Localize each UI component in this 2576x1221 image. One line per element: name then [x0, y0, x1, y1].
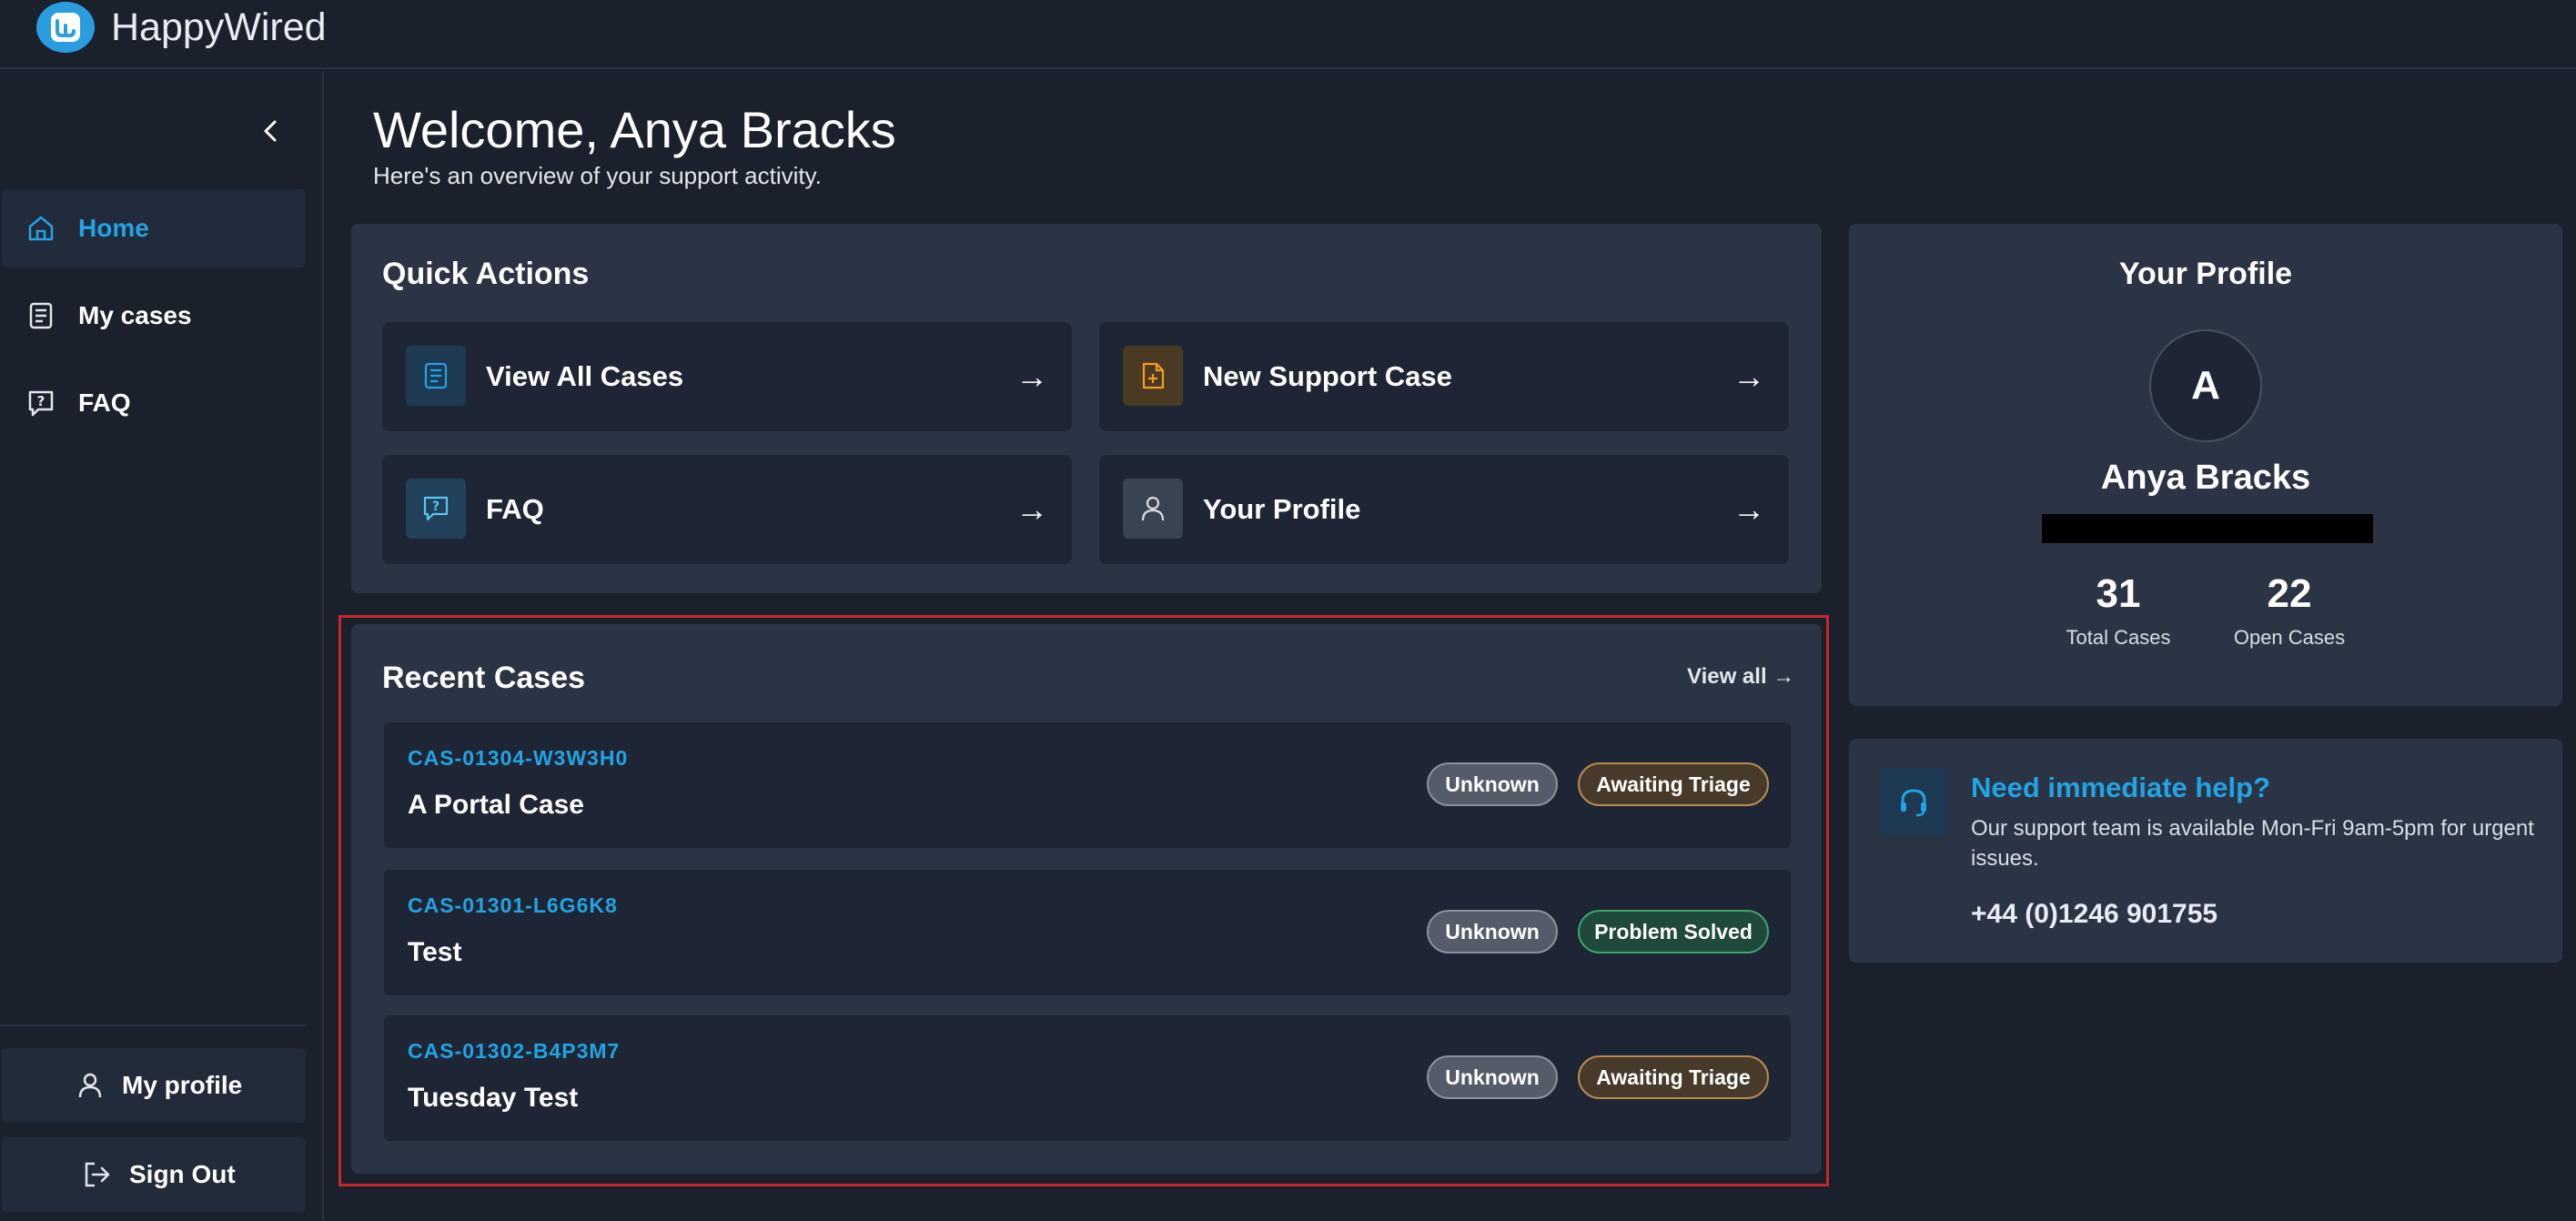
case-row[interactable]: CAS-01301-L6G6K8 Test Unknown Problem So…: [384, 870, 1791, 995]
total-cases-count: 31: [2096, 571, 2141, 616]
arrow-right-icon: →: [1732, 358, 1765, 395]
status-badge: Awaiting Triage: [1578, 762, 1769, 806]
priority-badge: Unknown: [1427, 910, 1558, 954]
profile-title: Your Profile: [2118, 257, 2293, 291]
sidebar-item-faq[interactable]: ? FAQ: [2, 364, 306, 442]
document-icon: [406, 346, 466, 406]
redacted-email: [2042, 514, 2373, 543]
happywired-logo-icon[interactable]: [36, 2, 95, 53]
faq-icon: ?: [25, 388, 56, 419]
my-profile-button[interactable]: My profile: [2, 1048, 306, 1123]
status-badge: Problem Solved: [1578, 910, 1769, 954]
arrow-right-icon: →: [1015, 358, 1048, 395]
support-phone[interactable]: +44 (0)1246 901755: [1971, 899, 2217, 930]
sign-out-label: Sign Out: [129, 1160, 236, 1188]
new-document-icon: [1123, 346, 1183, 406]
avatar[interactable]: A: [2149, 329, 2262, 442]
open-cases-label: Open Cases: [2233, 626, 2346, 649]
sign-out-icon: [82, 1159, 113, 1190]
card-label: FAQ: [486, 493, 544, 525]
card-label: New Support Case: [1203, 360, 1452, 392]
your-profile-card[interactable]: Your Profile →: [1099, 455, 1789, 564]
case-row[interactable]: CAS-01304-W3W3H0 A Portal Case Unknown A…: [384, 722, 1791, 848]
page-subtitle: Here's an overview of your support activ…: [373, 162, 822, 189]
new-support-case-card[interactable]: New Support Case →: [1099, 322, 1789, 431]
arrow-right-icon: →: [1015, 490, 1048, 528]
my-profile-label: My profile: [122, 1071, 243, 1099]
help-title: Need immediate help?: [1971, 772, 2271, 803]
cases-icon: [25, 300, 56, 331]
sidebar: Home My cases ? FAQ My profile Sign Out: [0, 71, 324, 1221]
headset-icon: [1880, 768, 1947, 835]
case-id[interactable]: CAS-01304-W3W3H0: [408, 746, 628, 771]
svg-text:?: ?: [37, 393, 45, 409]
case-title: A Portal Case: [408, 790, 584, 820]
sidebar-divider: [0, 1024, 306, 1026]
faq-card[interactable]: ? FAQ →: [382, 455, 1072, 564]
sign-out-button[interactable]: Sign Out: [2, 1137, 306, 1212]
card-label: View All Cases: [486, 360, 684, 392]
quick-actions-panel: Quick Actions View All Cases → New Suppo…: [351, 224, 1822, 593]
status-badge: Awaiting Triage: [1578, 1055, 1769, 1099]
help-text: Our support team is available Mon-Fri 9a…: [1971, 816, 2534, 871]
user-icon: [75, 1070, 106, 1101]
sidebar-item-home[interactable]: Home: [2, 189, 306, 267]
total-cases-label: Total Cases: [2066, 626, 2171, 649]
priority-badge: Unknown: [1427, 762, 1558, 806]
card-label: Your Profile: [1203, 493, 1361, 525]
open-cases-count: 22: [2267, 571, 2312, 616]
sidebar-item-label: FAQ: [78, 388, 131, 417]
faq-icon: ?: [406, 479, 466, 539]
priority-badge: Unknown: [1427, 1055, 1558, 1099]
top-bar: HappyWired: [0, 0, 2576, 69]
page-title: Welcome, Anya Bracks: [373, 101, 896, 158]
svg-text:?: ?: [432, 500, 439, 514]
sidebar-item-label: My cases: [78, 301, 192, 329]
case-id[interactable]: CAS-01302-B4P3M7: [408, 1039, 620, 1064]
arrow-right-icon: →: [1732, 490, 1765, 528]
case-row[interactable]: CAS-01302-B4P3M7 Tuesday Test Unknown Aw…: [384, 1015, 1791, 1141]
view-all-cases-card[interactable]: View All Cases →: [382, 322, 1072, 431]
case-title: Test: [408, 937, 462, 967]
quick-actions-title: Quick Actions: [382, 257, 590, 291]
sidebar-item-my-cases[interactable]: My cases: [2, 277, 306, 355]
case-id[interactable]: CAS-01301-L6G6K8: [408, 893, 618, 918]
sidebar-item-label: Home: [78, 214, 149, 242]
collapse-sidebar-chevron-left-icon[interactable]: [257, 115, 286, 147]
profile-name: Anya Bracks: [2100, 459, 2311, 497]
app-name: HappyWired: [111, 5, 327, 49]
recent-cases-title: Recent Cases: [382, 661, 586, 695]
home-icon: [25, 213, 56, 244]
view-all-link[interactable]: View all →: [1687, 664, 1794, 690]
user-icon: [1123, 479, 1183, 539]
case-title: Tuesday Test: [408, 1083, 579, 1113]
